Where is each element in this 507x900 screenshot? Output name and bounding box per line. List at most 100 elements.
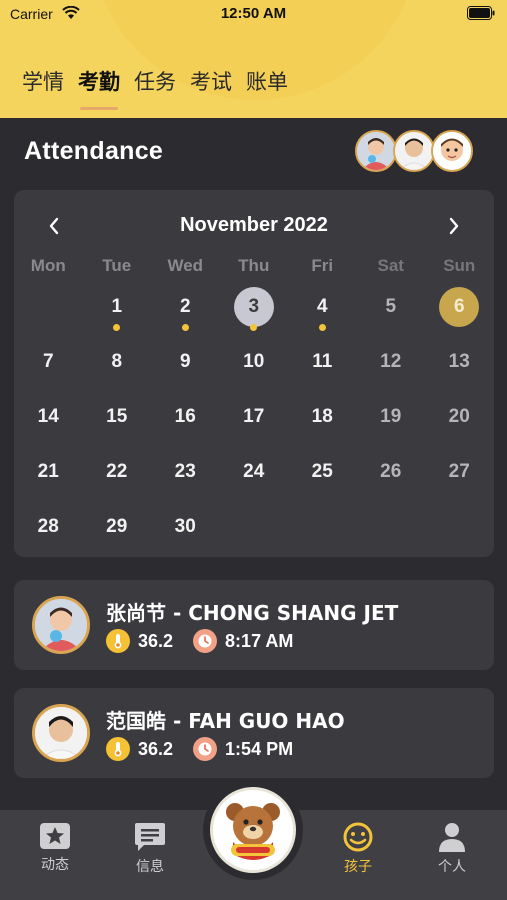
calendar-day[interactable]: 19 [357,396,426,451]
calendar-day-number: 14 [37,406,59,427]
avatar[interactable] [355,130,397,172]
weekday-label: Fri [311,256,334,275]
message-icon [135,823,165,851]
calendar-grid: Mon Tue Wed Thu Fri Sat Sun 1 2 3 4 5 6 7 8 9 10 1… [14,256,494,561]
calendar-day[interactable]: 26 [357,451,426,506]
weekday-label: Sun [443,256,476,275]
calendar-day-number: 28 [37,516,59,537]
calendar-day[interactable]: 14 [14,396,83,451]
weekday-label: Thu [238,256,270,275]
calendar-empty-cell [14,286,83,341]
attendance-calendar: November 2022 Mon Tue Wed Thu Fri Sat Su… [14,190,494,557]
weekday-label: Wed [167,256,204,275]
attendance-dot [113,324,121,331]
tab-bills[interactable]: 账单 [246,66,288,96]
calendar-day[interactable]: 2 [151,286,220,341]
student-attendance-card[interactable]: 张尚节 - CHONG SHANG JET 36.2 8:17 AM [14,580,494,670]
tab-attendance[interactable]: 考勤 [78,66,120,110]
calendar-day[interactable]: 5 [357,286,426,341]
calendar-day[interactable]: 15 [83,396,152,451]
battery-icon [467,6,495,20]
calendar-day-number: 15 [106,406,128,427]
calendar-day[interactable]: 25 [288,451,357,506]
calendar-day[interactable]: 22 [83,451,152,506]
person-icon [439,823,465,852]
calendar-day[interactable]: 21 [14,451,83,506]
nav-item-feed[interactable]: 动态 [15,822,95,874]
nav-label: 动态 [41,857,69,873]
student-meta: 36.2 1:54 PM [106,737,293,761]
weekday-label: Tue [102,256,132,275]
calendar-day[interactable]: 12 [357,341,426,396]
calendar-day[interactable]: 17 [220,396,289,451]
calendar-day[interactable]: 29 [83,506,152,561]
calendar-day-number: 13 [448,351,470,372]
calendar-day[interactable]: 3 [220,286,289,341]
calendar-day-number: 17 [243,406,265,427]
calendar-day-number: 9 [179,351,191,372]
calendar-day-number: 6 [439,287,480,327]
tab-tasks[interactable]: 任务 [134,66,176,96]
home-logo-button[interactable] [203,780,303,880]
calendar-day[interactable]: 16 [151,396,220,451]
calendar-day[interactable]: 10 [220,341,289,396]
thermometer-icon [106,629,130,653]
calendar-day-number: 23 [174,461,196,482]
avatar [32,704,90,762]
thermometer-icon [106,737,130,761]
calendar-day[interactable]: 6 [425,286,494,341]
nav-item-messages[interactable]: 信息 [110,822,190,876]
child-avatar-group[interactable] [355,130,473,172]
calendar-day-number: 24 [243,461,265,482]
calendar-day[interactable]: 7 [14,341,83,396]
weekday-label: Mon [30,256,66,275]
calendar-day[interactable]: 20 [425,396,494,451]
calendar-day-number: 2 [179,296,191,317]
calendar-day-number: 5 [385,296,397,317]
calendar-day-number: 29 [106,516,128,537]
avatar[interactable] [431,130,473,172]
calendar-day[interactable]: 4 [288,286,357,341]
calendar-day[interactable]: 11 [288,341,357,396]
calendar-nav: November 2022 [14,212,494,240]
calendar-day-number: 10 [243,351,265,372]
star-board-icon [40,823,70,849]
nav-item-profile[interactable]: 个人 [412,822,492,876]
nav-item-children[interactable]: 孩子 [318,822,398,876]
nav-label: 孩子 [344,859,372,875]
nav-label: 信息 [136,859,164,875]
bear-logo [210,787,296,873]
temperature-value: 36.2 [138,630,174,651]
calendar-day-number: 20 [448,406,470,427]
calendar-day[interactable]: 23 [151,451,220,506]
calendar-day[interactable]: 13 [425,341,494,396]
check-in-time: 8:17 AM [225,630,294,651]
avatar[interactable] [393,130,435,172]
calendar-day-number: 11 [312,351,333,372]
smiley-icon [343,822,373,852]
calendar-day[interactable]: 30 [151,506,220,561]
calendar-day[interactable]: 9 [151,341,220,396]
calendar-day-number: 16 [174,406,196,427]
attendance-dot [250,324,258,331]
nav-label: 个人 [438,859,466,875]
calendar-day-number: 8 [111,351,123,372]
top-tabs: 学情 考勤 任务 考试 账单 [22,66,288,110]
avatar [32,596,90,654]
calendar-day[interactable]: 18 [288,396,357,451]
status-bar: Carrier 12:50 AM [0,0,507,30]
attendance-dot [318,324,326,331]
calendar-day-number: 27 [448,461,470,482]
calendar-day[interactable]: 24 [220,451,289,506]
student-attendance-card[interactable]: 范国皓 - FAH GUO HAO 36.2 1:54 PM [14,688,494,778]
calendar-day[interactable]: 27 [425,451,494,506]
calendar-day[interactable]: 1 [83,286,152,341]
check-in-time: 1:54 PM [225,738,294,759]
calendar-day-number: 4 [316,296,328,317]
student-name: 张尚节 - CHONG SHANG JET [106,601,399,625]
tab-study[interactable]: 学情 [22,66,64,96]
calendar-day[interactable]: 28 [14,506,83,561]
tab-exams[interactable]: 考试 [190,66,232,96]
calendar-day[interactable]: 8 [83,341,152,396]
next-month-button[interactable] [440,212,468,240]
